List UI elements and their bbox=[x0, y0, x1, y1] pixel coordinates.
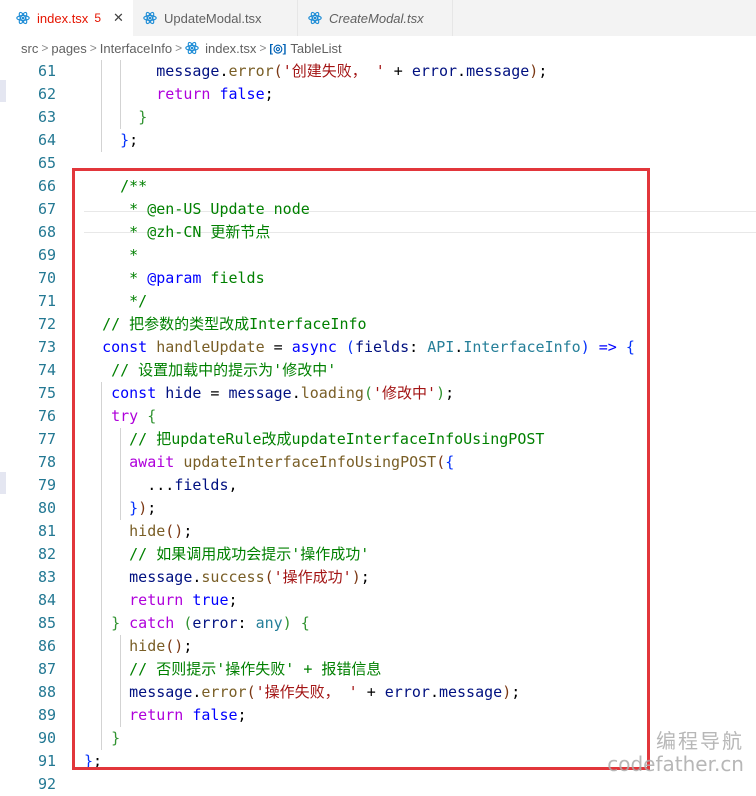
tab-label: UpdateModal.tsx bbox=[164, 10, 262, 26]
line-number: 81 bbox=[37, 522, 56, 540]
tab-index-tsx[interactable]: index.tsx 5 ✕ bbox=[0, 0, 133, 36]
react-icon bbox=[16, 11, 30, 25]
line-number: 91 bbox=[37, 752, 56, 770]
breadcrumb-item-src[interactable]: src bbox=[21, 41, 38, 56]
breadcrumb-separator: > bbox=[41, 41, 49, 55]
line-number: 85 bbox=[37, 614, 56, 632]
line-number: 68 bbox=[37, 223, 56, 241]
breadcrumb-item-index-tsx[interactable]: index.tsx bbox=[205, 41, 256, 56]
code-text: return false; bbox=[84, 83, 274, 106]
line-number: 71 bbox=[37, 292, 56, 310]
breadcrumb-item-interfaceinfo[interactable]: InterfaceInfo bbox=[100, 41, 172, 56]
code-token: ; bbox=[538, 62, 548, 80]
problem-count-badge: 5 bbox=[94, 11, 101, 25]
code-token: message bbox=[466, 62, 530, 80]
code-token: '创建失败， ' bbox=[282, 62, 385, 80]
react-icon bbox=[308, 11, 322, 25]
code-token: false bbox=[219, 85, 265, 103]
tab-updatemodal-tsx[interactable]: UpdateModal.tsx bbox=[133, 0, 298, 36]
breadcrumb-separator: > bbox=[89, 41, 97, 55]
code-line[interactable]: 61 message.error('创建失败， ' + error.messag… bbox=[0, 60, 756, 83]
code-token: } bbox=[138, 108, 148, 126]
code-token: } bbox=[120, 131, 130, 149]
breadcrumb-separator: > bbox=[175, 41, 183, 55]
line-number: 64 bbox=[37, 131, 56, 149]
line-number: 75 bbox=[37, 384, 56, 402]
highlight-annotation-box bbox=[72, 168, 650, 770]
line-number: 92 bbox=[37, 775, 56, 793]
watermark-url: codefather.cn bbox=[607, 752, 744, 776]
line-number: 76 bbox=[37, 407, 56, 425]
tab-label: index.tsx bbox=[37, 10, 89, 26]
watermark-title: 编程导航 bbox=[656, 729, 744, 753]
line-number: 65 bbox=[37, 154, 56, 172]
breadcrumb: src > pages > InterfaceInfo > index.tsx … bbox=[0, 36, 756, 60]
line-number: 80 bbox=[37, 499, 56, 517]
code-text: }; bbox=[84, 129, 138, 152]
line-number: 84 bbox=[37, 591, 56, 609]
code-token: ; bbox=[129, 131, 139, 149]
code-token: error bbox=[411, 62, 458, 80]
code-token: ( bbox=[273, 62, 283, 80]
code-line[interactable]: 64 }; bbox=[0, 129, 756, 152]
code-token: error bbox=[228, 62, 274, 80]
tab-label: CreateModal.tsx bbox=[329, 10, 424, 26]
code-token: . bbox=[219, 62, 229, 80]
line-number: 86 bbox=[37, 637, 56, 655]
line-number: 63 bbox=[37, 108, 56, 126]
code-token: + bbox=[384, 62, 412, 80]
line-number: 87 bbox=[37, 660, 56, 678]
breadcrumb-separator: > bbox=[259, 41, 267, 55]
close-tab-icon[interactable]: ✕ bbox=[113, 10, 124, 26]
line-number: 74 bbox=[37, 361, 56, 379]
line-number: 72 bbox=[37, 315, 56, 333]
line-number: 66 bbox=[37, 177, 56, 195]
code-line[interactable]: 92 bbox=[0, 773, 756, 796]
code-token: ) bbox=[529, 62, 539, 80]
line-number: 89 bbox=[37, 706, 56, 724]
line-number: 70 bbox=[37, 269, 56, 287]
code-token: . bbox=[457, 62, 467, 80]
line-number: 73 bbox=[37, 338, 56, 356]
code-text: message.error('创建失败， ' + error.message); bbox=[84, 60, 547, 83]
line-number: 77 bbox=[37, 430, 56, 448]
line-number: 90 bbox=[37, 729, 56, 747]
line-number: 83 bbox=[37, 568, 56, 586]
react-icon bbox=[185, 41, 199, 55]
tab-createmodal-tsx[interactable]: CreateModal.tsx bbox=[298, 0, 453, 36]
react-icon bbox=[143, 11, 157, 25]
code-token: return bbox=[156, 85, 211, 103]
line-number: 88 bbox=[37, 683, 56, 701]
breadcrumb-item-tablelist[interactable]: TableList bbox=[290, 41, 341, 56]
breadcrumb-item-pages[interactable]: pages bbox=[51, 41, 86, 56]
line-number: 82 bbox=[37, 545, 56, 563]
symbol-variable-icon: [◎] bbox=[269, 42, 287, 55]
code-line[interactable]: 63 } bbox=[0, 106, 756, 129]
line-number: 79 bbox=[37, 476, 56, 494]
editor-tab-bar: index.tsx 5 ✕ UpdateModal.tsx CreateModa… bbox=[0, 0, 756, 36]
line-number: 67 bbox=[37, 200, 56, 218]
line-number: 61 bbox=[37, 62, 56, 80]
code-token: message bbox=[156, 62, 220, 80]
line-number: 78 bbox=[37, 453, 56, 471]
code-line[interactable]: 62 return false; bbox=[0, 83, 756, 106]
code-token: ; bbox=[264, 85, 274, 103]
line-number: 62 bbox=[37, 85, 56, 103]
line-number: 69 bbox=[37, 246, 56, 264]
code-text: } bbox=[84, 106, 147, 129]
